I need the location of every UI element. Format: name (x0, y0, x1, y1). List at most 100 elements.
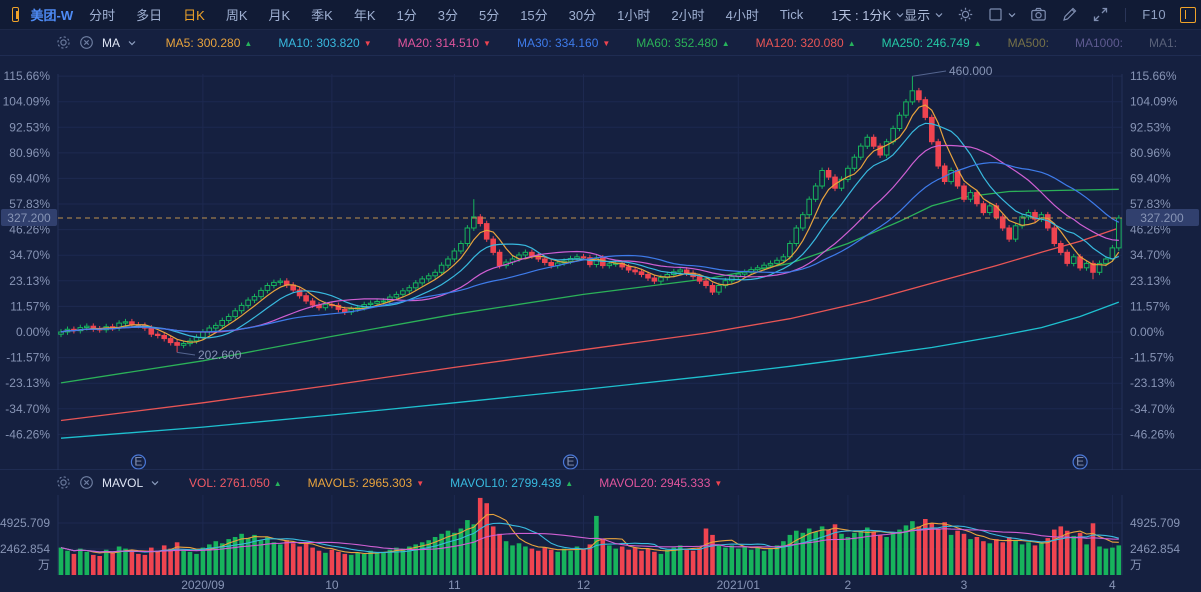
down-arrow-icon: ▼ (602, 39, 610, 48)
current-price-tag: 327.200 (7, 211, 51, 225)
y-axis-label: 0.00% (16, 325, 50, 339)
timeframe-tab[interactable]: 2小时 (671, 5, 704, 24)
y-axis-label: 69.40% (9, 171, 50, 185)
timeframe-tab[interactable]: 30分 (569, 5, 596, 24)
display-menu-button[interactable]: 显示 (904, 5, 943, 24)
timeframe-tab[interactable]: 月K (268, 5, 290, 24)
f10-button[interactable]: F10 (1142, 7, 1166, 22)
timeframe-tab[interactable]: 年K (354, 5, 376, 24)
timeframe-tab[interactable]: Tick (780, 7, 803, 22)
y-axis-label: 57.83% (1130, 197, 1171, 211)
indicator-value-ma500[interactable]: MA500: (1008, 36, 1049, 50)
chevron-down-icon (896, 11, 904, 19)
y-axis-label: 115.66% (4, 69, 51, 83)
fullscreen-icon[interactable] (1092, 6, 1109, 23)
volume-axis-label: 2462.854 (1130, 542, 1180, 556)
y-axis-label: -46.26% (5, 427, 50, 441)
main-indicator-row: MA MA5: 300.280▲ MA10: 303.820▼ MA20: 314.… (0, 30, 1201, 56)
y-axis-label: 92.53% (9, 120, 50, 134)
y-axis-label: -34.70% (5, 402, 50, 416)
timeframe-tab[interactable]: 分时 (89, 5, 115, 24)
y-axis-label: 104.09% (3, 95, 51, 109)
timeframe-tab[interactable]: 5分 (479, 5, 499, 24)
y-axis-label: 92.53% (1130, 120, 1171, 134)
timeframe-tab[interactable]: 15分 (520, 5, 547, 24)
indicator-value-ma5[interactable]: MA5: 300.280▲ (166, 36, 253, 50)
indicator-value-mavol5[interactable]: MAVOL5: 2965.303▼ (308, 476, 424, 490)
timeframe-tab[interactable]: 周K (226, 5, 248, 24)
y-axis-label: -11.57% (1130, 351, 1174, 365)
y-axis-label: 104.09% (1130, 95, 1178, 109)
indicator-settings-gear-icon[interactable] (56, 475, 71, 490)
camera-screenshot-icon[interactable] (1030, 6, 1047, 23)
indicator-settings-gear-icon[interactable] (56, 35, 71, 50)
y-axis-label: 11.57% (10, 299, 50, 313)
multi-period-label: 1天 : 1分K (831, 5, 891, 24)
trading-app-window: 美团-W 分时 多日 日K 周K 月K 季K 年K 1分 3分 5分 15分 30分 1小时 2小时 4小时… (0, 0, 1201, 592)
display-menu-label: 显示 (904, 5, 930, 24)
x-axis-date-label: 2021/01 (717, 578, 761, 592)
multi-period-selector[interactable]: 1天 : 1分K (831, 5, 904, 24)
sidebar-toggle-icon[interactable] (1180, 7, 1196, 23)
indicator-close-icon[interactable] (79, 475, 94, 490)
indicator-value-ma1[interactable]: MA1: (1149, 36, 1177, 50)
stock-name[interactable]: 美团-W (31, 5, 74, 24)
chart-style-selector[interactable] (988, 7, 1016, 22)
indicator-name[interactable]: MA (102, 36, 136, 50)
indicator-name[interactable]: MAVOL (102, 476, 159, 490)
svg-text:E: E (566, 455, 574, 469)
indicator-close-icon[interactable] (79, 35, 94, 50)
pencil-draw-icon[interactable] (1061, 6, 1078, 23)
y-axis-label: 0.00% (1130, 325, 1164, 339)
y-axis-label: 34.70% (1130, 248, 1171, 262)
volume-indicator-row: MAVOL VOL: 2761.050▲ MAVOL5: 2965.303▼ MAV… (0, 469, 1201, 495)
timeframe-tab[interactable]: 3分 (438, 5, 458, 24)
indicator-value-ma10[interactable]: MA10: 303.820▼ (278, 36, 371, 50)
timeframe-tab[interactable]: 1分 (397, 5, 417, 24)
x-axis-date-label: 10 (325, 578, 339, 592)
timeframe-tab[interactable]: 日K (183, 5, 205, 24)
chevron-down-icon (1008, 11, 1016, 19)
y-axis-label: 11.57% (1130, 299, 1170, 313)
top-toolbar: 美团-W 分时 多日 日K 周K 月K 季K 年K 1分 3分 5分 15分 30分 1小时 2小时 4小时… (0, 0, 1201, 30)
indicator-value-ma30[interactable]: MA30: 334.160▼ (517, 36, 610, 50)
x-axis-date-label: 2 (845, 578, 852, 592)
price-annotation: 202.600 (198, 348, 242, 362)
down-arrow-icon: ▼ (416, 479, 424, 488)
timeframe-tab[interactable]: 1小时 (617, 5, 650, 24)
chevron-down-icon (935, 11, 943, 19)
down-arrow-icon: ▼ (483, 39, 491, 48)
timeframe-tab[interactable]: 季K (311, 5, 333, 24)
timeframe-tab[interactable]: 多日 (136, 5, 162, 24)
layout-square-icon (988, 7, 1003, 22)
indicator-value-ma20[interactable]: MA20: 314.510▼ (398, 36, 491, 50)
panel-toggle-icon[interactable] (12, 7, 19, 22)
timeframe-tab[interactable]: 4小时 (726, 5, 759, 24)
settings-gear-icon[interactable] (957, 6, 974, 23)
up-arrow-icon: ▲ (244, 39, 252, 48)
x-axis-date-label: 3 (961, 578, 968, 592)
indicator-value-ma120[interactable]: MA120: 320.080▲ (756, 36, 856, 50)
y-axis-label: 23.13% (1130, 274, 1171, 288)
y-axis-label: 34.70% (9, 248, 50, 262)
chevron-down-icon (128, 39, 136, 47)
indicator-value-ma60[interactable]: MA60: 352.480▲ (636, 36, 729, 50)
indicator-value-ma250[interactable]: MA250: 246.749▲ (882, 36, 982, 50)
chevron-down-icon (151, 479, 159, 487)
price-annotation: 460.000 (949, 64, 993, 78)
y-axis-label: 23.13% (9, 274, 50, 288)
indicator-value-mavol20[interactable]: MAVOL20: 2945.333▼ (599, 476, 722, 490)
current-price-tag: 327.200 (1140, 211, 1184, 225)
volume-axis-label: 4925.709 (1130, 516, 1180, 530)
toolbar-right-group: 显示 F10 (904, 5, 1196, 24)
price-chart[interactable]: 115.66%115.66%104.09%104.09%92.53%92.53%… (0, 56, 1201, 592)
y-axis-label: -34.70% (1130, 402, 1175, 416)
down-arrow-icon: ▼ (364, 39, 372, 48)
indicator-value-vol[interactable]: VOL: 2761.050▲ (189, 476, 282, 490)
volume-axis-label: 4925.709 (0, 516, 50, 530)
indicator-value-ma1000[interactable]: MA1000: (1075, 36, 1123, 50)
up-arrow-icon: ▲ (848, 39, 856, 48)
y-axis-label: 57.83% (9, 197, 50, 211)
svg-text:E: E (134, 455, 142, 469)
indicator-value-mavol10[interactable]: MAVOL10: 2799.439▲ (450, 476, 573, 490)
